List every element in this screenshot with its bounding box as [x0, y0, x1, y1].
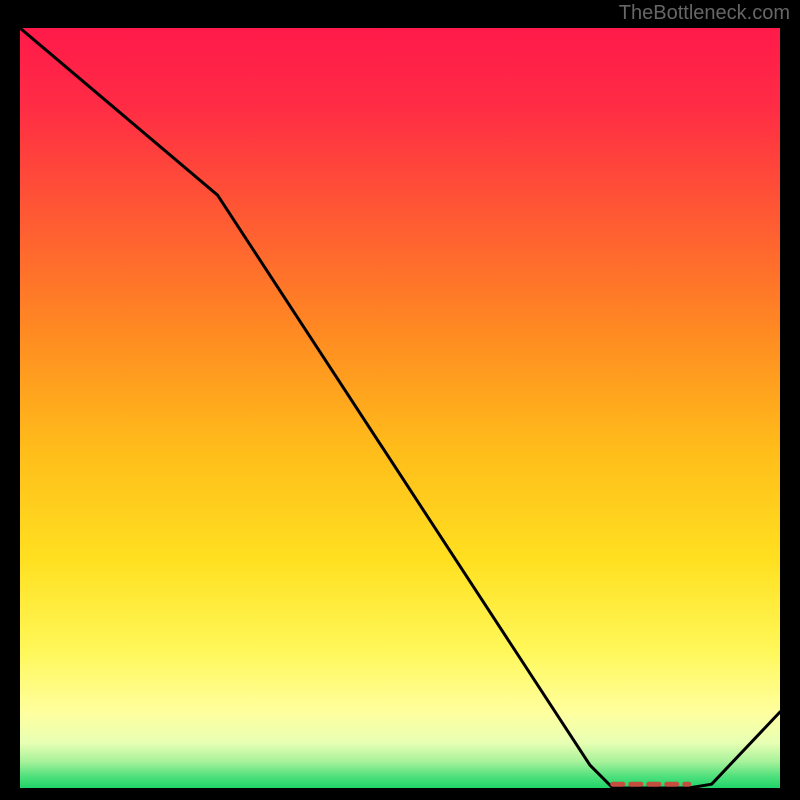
gradient-background [20, 28, 780, 788]
chart-container: TheBottleneck.com [0, 0, 800, 800]
plot-area [20, 28, 780, 788]
attribution-text: TheBottleneck.com [619, 2, 790, 25]
chart-svg [20, 28, 780, 788]
